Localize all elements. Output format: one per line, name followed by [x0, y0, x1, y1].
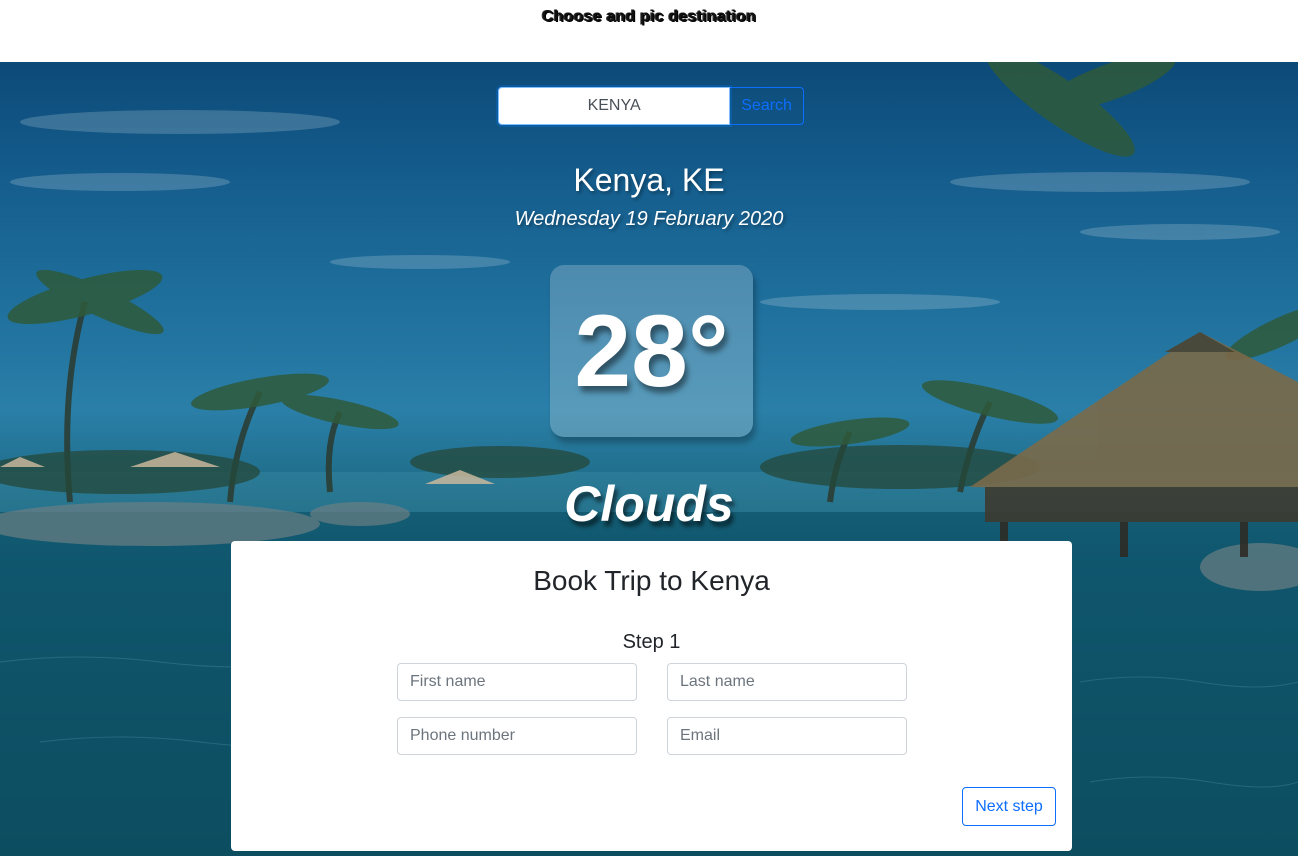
booking-card: Book Trip to Kenya Step 1 Next step — [231, 541, 1072, 851]
search-bar: Search — [498, 87, 804, 125]
step-label: Step 1 — [622, 631, 681, 653]
temperature-value: 28° — [574, 294, 729, 408]
location-name: Kenya, KE — [573, 162, 725, 198]
search-input[interactable] — [498, 87, 731, 125]
current-date: Wednesday 19 February 2020 — [514, 208, 784, 230]
background-scene: Search Kenya, KE Wednesday 19 February 2… — [0, 62, 1298, 856]
top-bar: Choose and pic destination — [0, 0, 1298, 62]
first-name-field[interactable] — [397, 663, 637, 701]
booking-title: Book Trip to Kenya — [533, 565, 770, 596]
page-title: Choose and pic destination — [541, 8, 757, 25]
temperature-box: 28° — [550, 265, 753, 437]
phone-number-field[interactable] — [397, 717, 637, 755]
weather-condition: Clouds — [564, 476, 734, 532]
search-button[interactable]: Search — [730, 87, 804, 125]
next-step-button[interactable]: Next step — [962, 787, 1056, 826]
email-field[interactable] — [667, 717, 907, 755]
last-name-field[interactable] — [667, 663, 907, 701]
